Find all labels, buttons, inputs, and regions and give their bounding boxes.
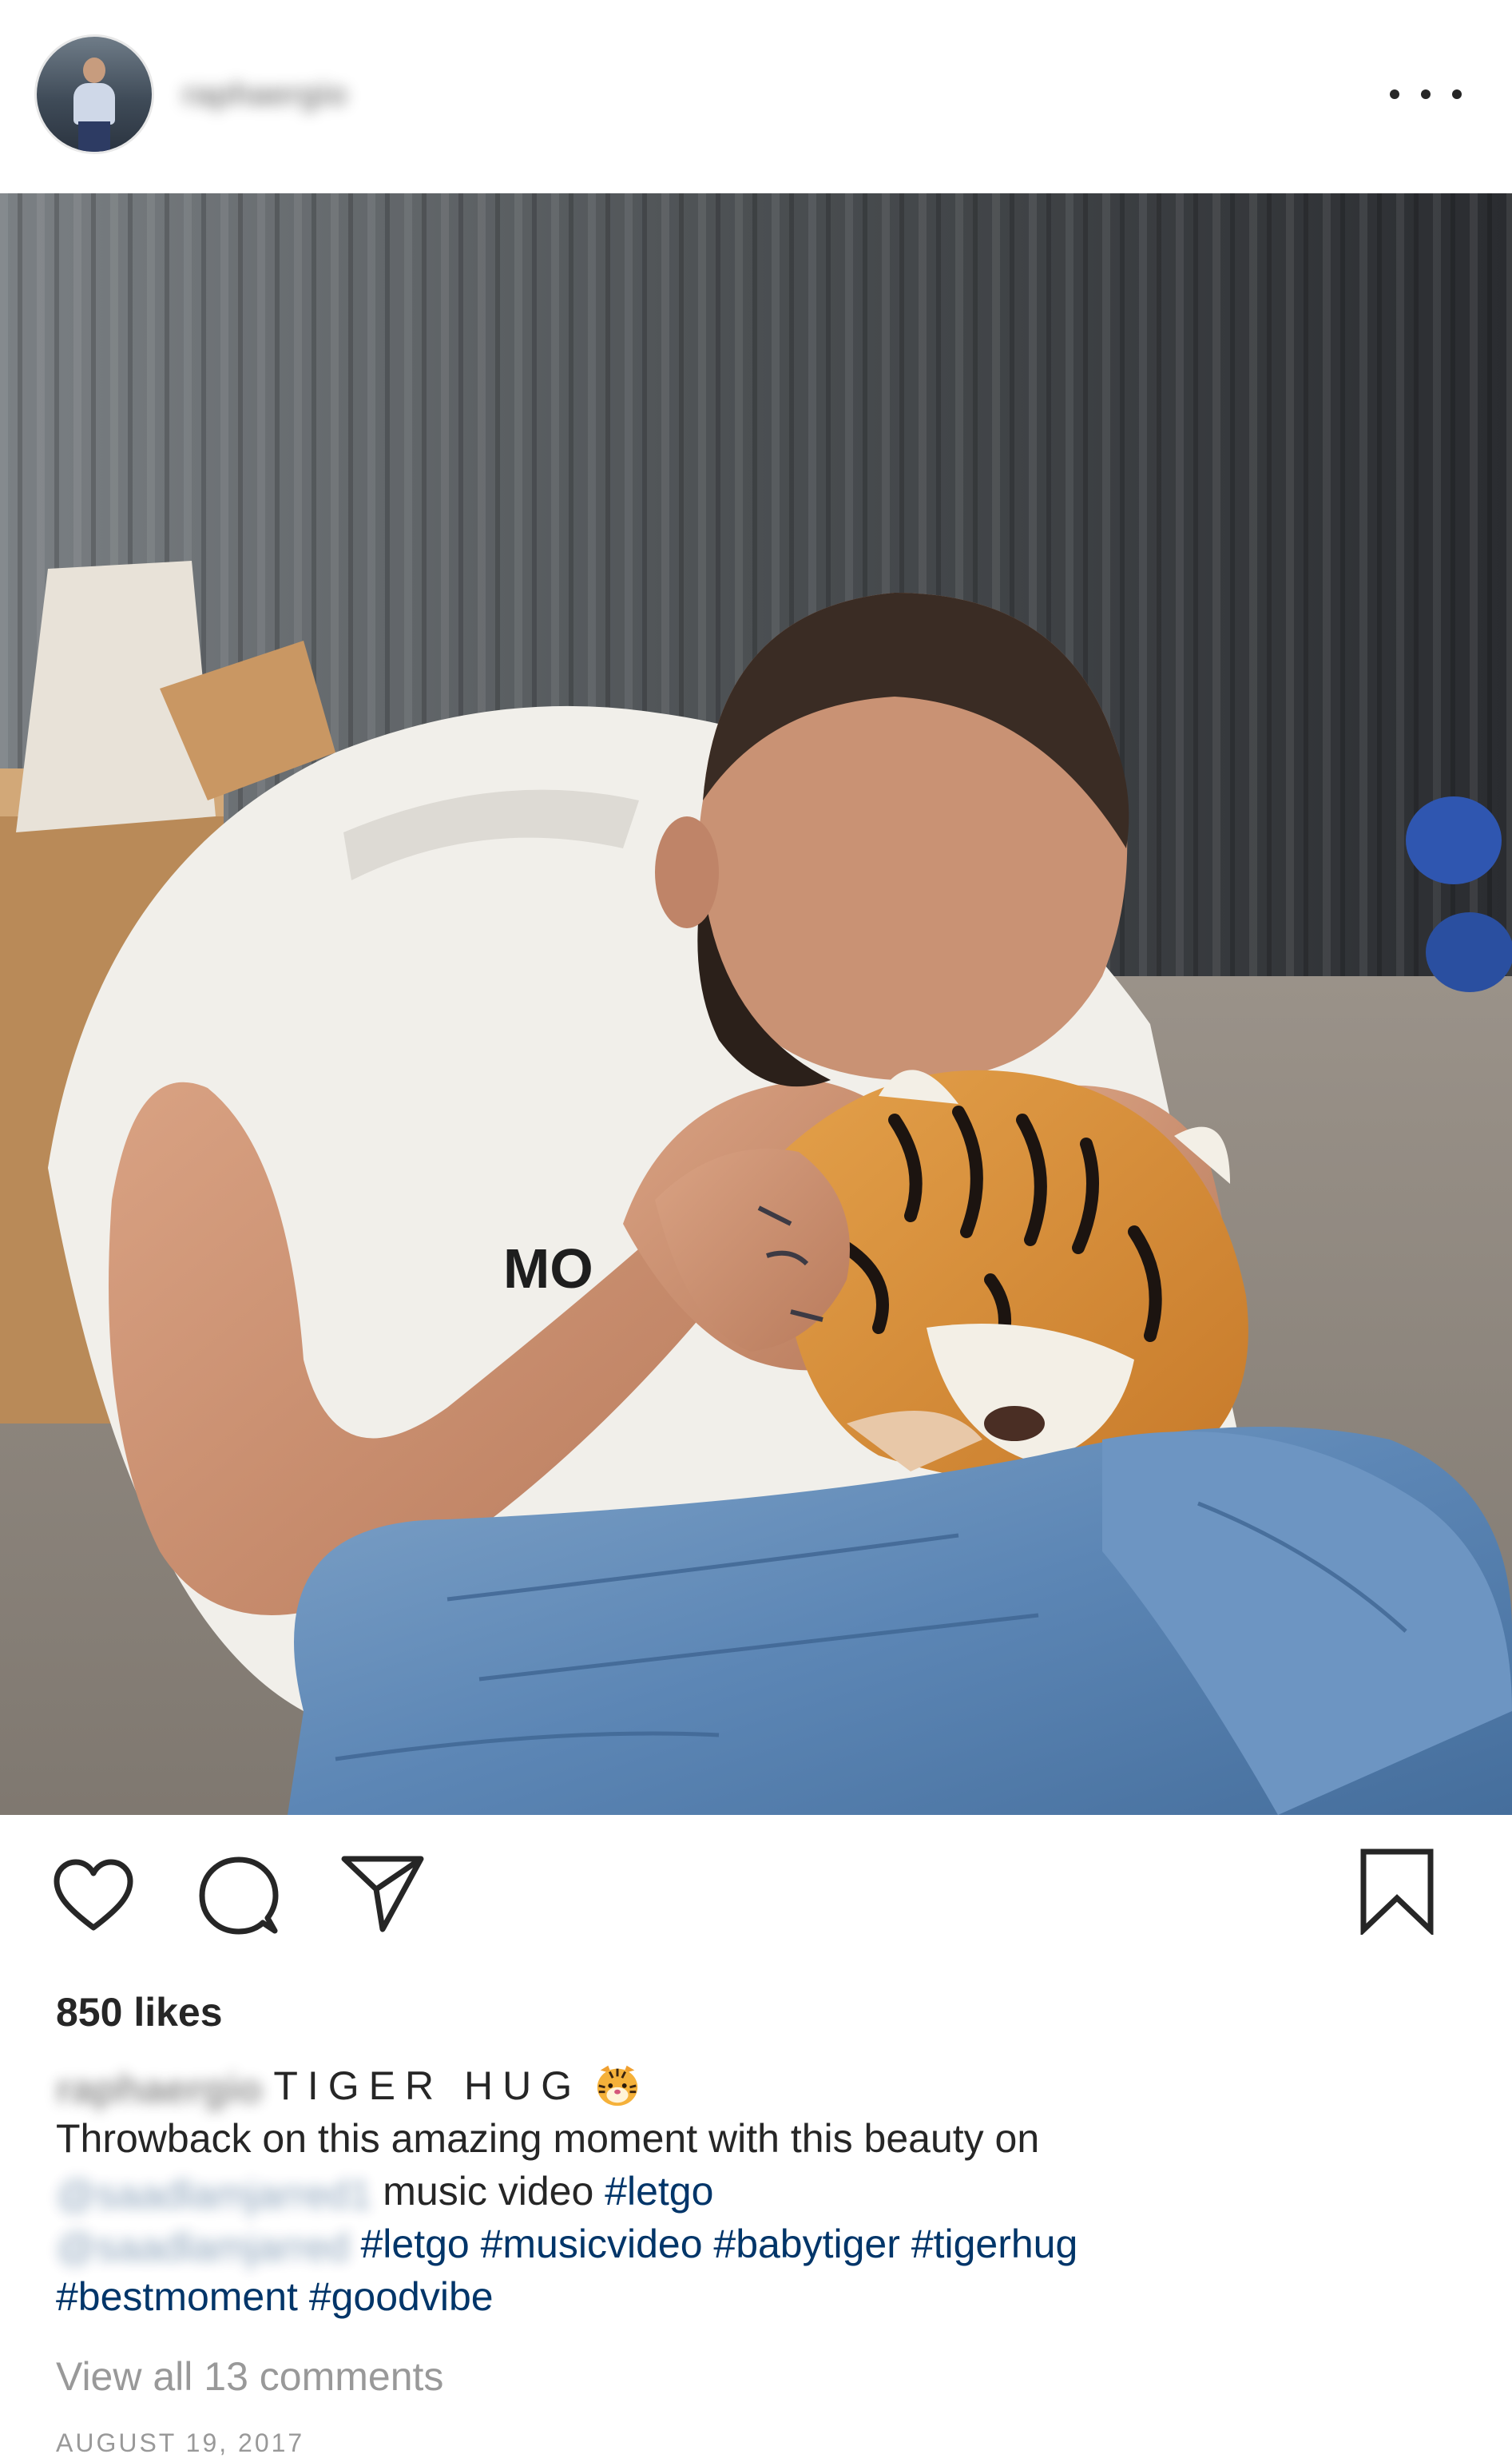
post-caption: raphaergio TIGER HUG Throwback on this a… [56, 2059, 1462, 2323]
post-date: AUGUST 19, 2017 [56, 2428, 305, 2457]
action-bar [0, 1815, 1512, 1975]
caption-line-1: Throwback on this amazing moment with th… [56, 2116, 1040, 2161]
hashtag-link[interactable]: #letgo [605, 2169, 713, 2214]
photo-illustration: MO [0, 193, 1512, 1815]
save-button[interactable] [1353, 1847, 1441, 1935]
caption-line-title: raphaergio TIGER HUG [56, 2059, 1462, 2112]
tiger-face-emoji-icon [597, 2065, 638, 2107]
shirt-print: MO [503, 1237, 593, 1300]
more-dot [1452, 89, 1462, 99]
username[interactable]: raphaergio [182, 77, 422, 112]
caption-username[interactable]: raphaergio [56, 2063, 262, 2115]
comment-button[interactable] [195, 1852, 283, 1940]
bookmark-icon [1360, 1848, 1434, 1935]
caption-mention[interactable]: @saadlamjarred1 [56, 2168, 371, 2221]
profile-avatar[interactable] [37, 37, 152, 152]
more-horizontal-icon [1390, 89, 1399, 99]
like-button[interactable] [50, 1852, 137, 1940]
share-button[interactable] [339, 1850, 427, 1938]
paper-plane-icon [341, 1856, 424, 1932]
avatar-figure-body [73, 83, 115, 125]
likes-count[interactable]: 850 likes [56, 1989, 223, 2035]
caption-line-2: @saadlamjarred1 music video #letgo [56, 2165, 1462, 2218]
more-dot [1421, 89, 1431, 99]
post-photo[interactable]: MO [0, 193, 1512, 1815]
avatar-figure-head [83, 58, 105, 83]
caption-line-3: @saadlamjarred #letgo #musicvideo #babyt… [56, 2218, 1462, 2270]
hashtag-links[interactable]: #letgo #musicvideo #babytiger #tigerhug [350, 2222, 1077, 2266]
caption-line-2-text: music video [371, 2169, 605, 2214]
comment-bubble-icon [199, 1856, 279, 1935]
caption-mention[interactable]: @saadlamjarred [56, 2221, 350, 2273]
more-options-button[interactable] [1390, 77, 1462, 112]
avatar-figure-legs [78, 121, 110, 152]
heart-icon [54, 1859, 133, 1931]
view-all-comments-link[interactable]: View all 13 comments [56, 2353, 443, 2400]
caption-title: TIGER HUG [273, 2063, 582, 2108]
caption-line-4-hashtags[interactable]: #bestmoment #goodvibe [56, 2270, 1462, 2323]
post-header: raphaergio [0, 0, 1512, 193]
